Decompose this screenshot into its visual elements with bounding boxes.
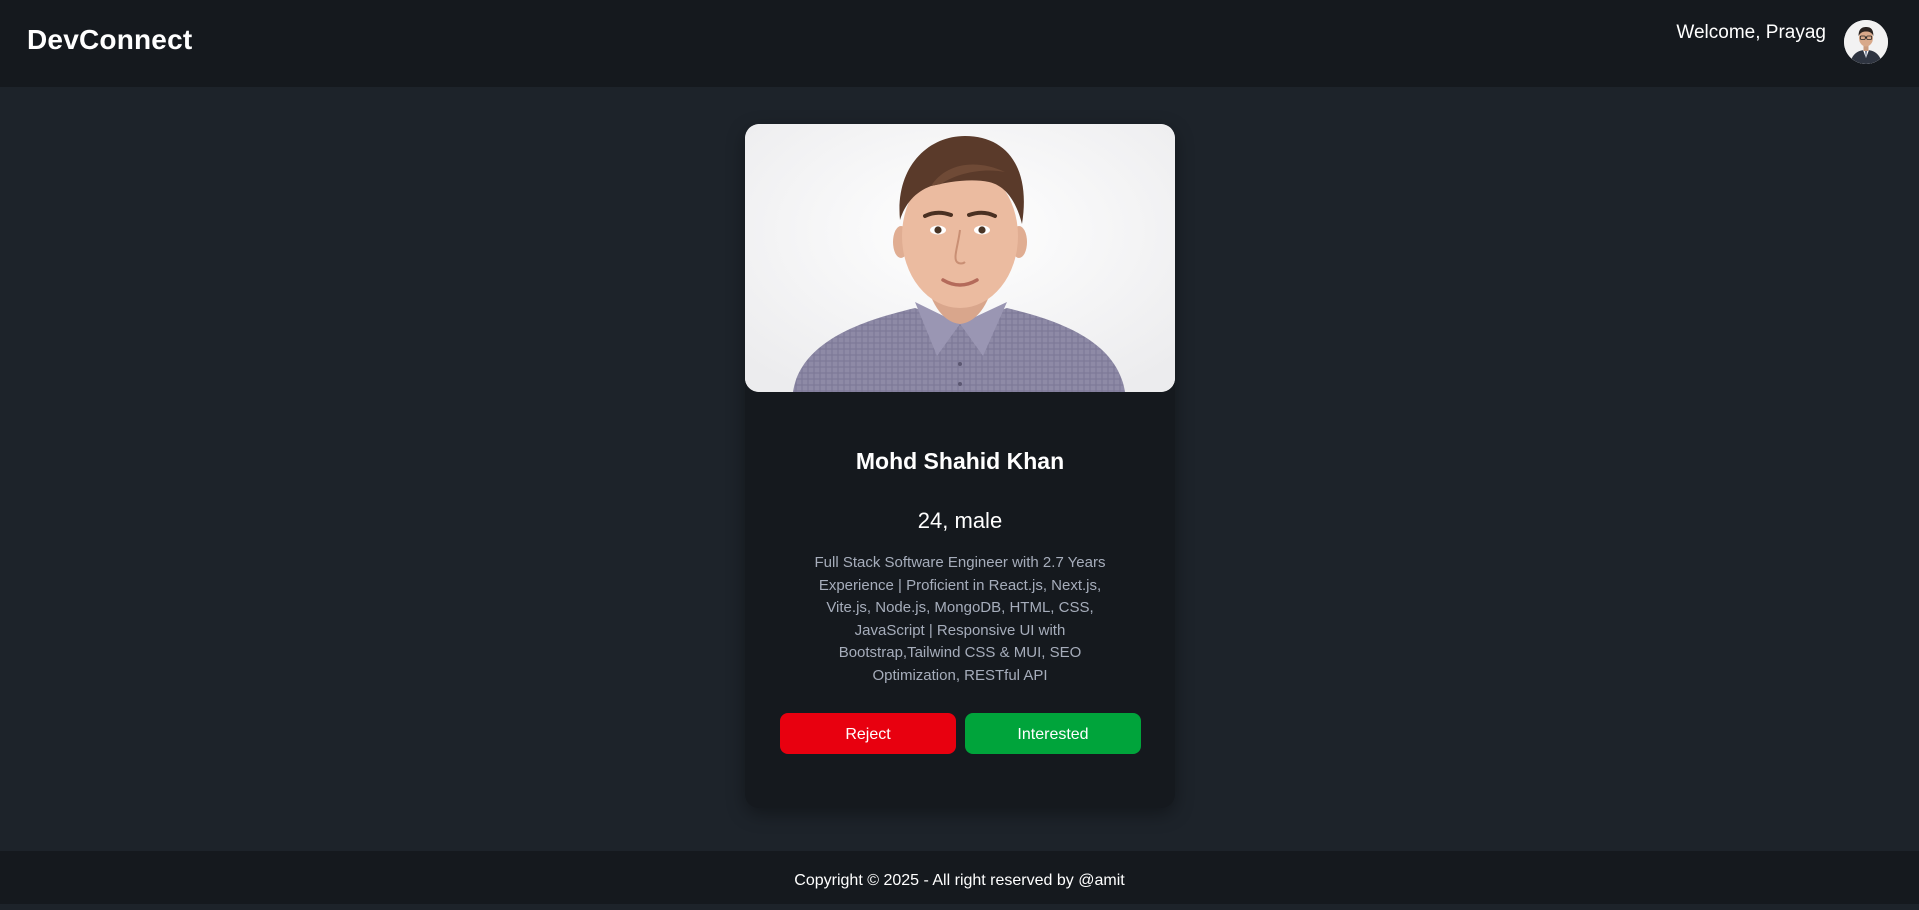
welcome-text: Welcome, Prayag — [1676, 22, 1826, 43]
navbar: DevConnect Welcome, Prayag — [0, 0, 1919, 87]
profile-card: Mohd Shahid Khan 24, male Full Stack Sof… — [745, 124, 1175, 808]
profile-age-gender: 24, male — [917, 508, 1003, 533]
reject-button[interactable]: Reject — [780, 713, 956, 754]
user-avatar[interactable] — [1844, 20, 1888, 64]
profile-about: Full Stack Software Engineer with 2.7 Ye… — [814, 554, 1106, 684]
brand-logo[interactable]: DevConnect — [27, 24, 192, 56]
profile-photo — [745, 124, 1175, 392]
profile-name: Mohd Shahid Khan — [855, 448, 1065, 474]
user-avatar-image — [1844, 20, 1888, 64]
footer-copyright: Copyright © 2025 - All right reserved by… — [794, 872, 1125, 889]
footer: Copyright © 2025 - All right reserved by… — [0, 851, 1919, 904]
interested-button[interactable]: Interested — [965, 713, 1141, 754]
profile-photo-image — [745, 124, 1175, 392]
